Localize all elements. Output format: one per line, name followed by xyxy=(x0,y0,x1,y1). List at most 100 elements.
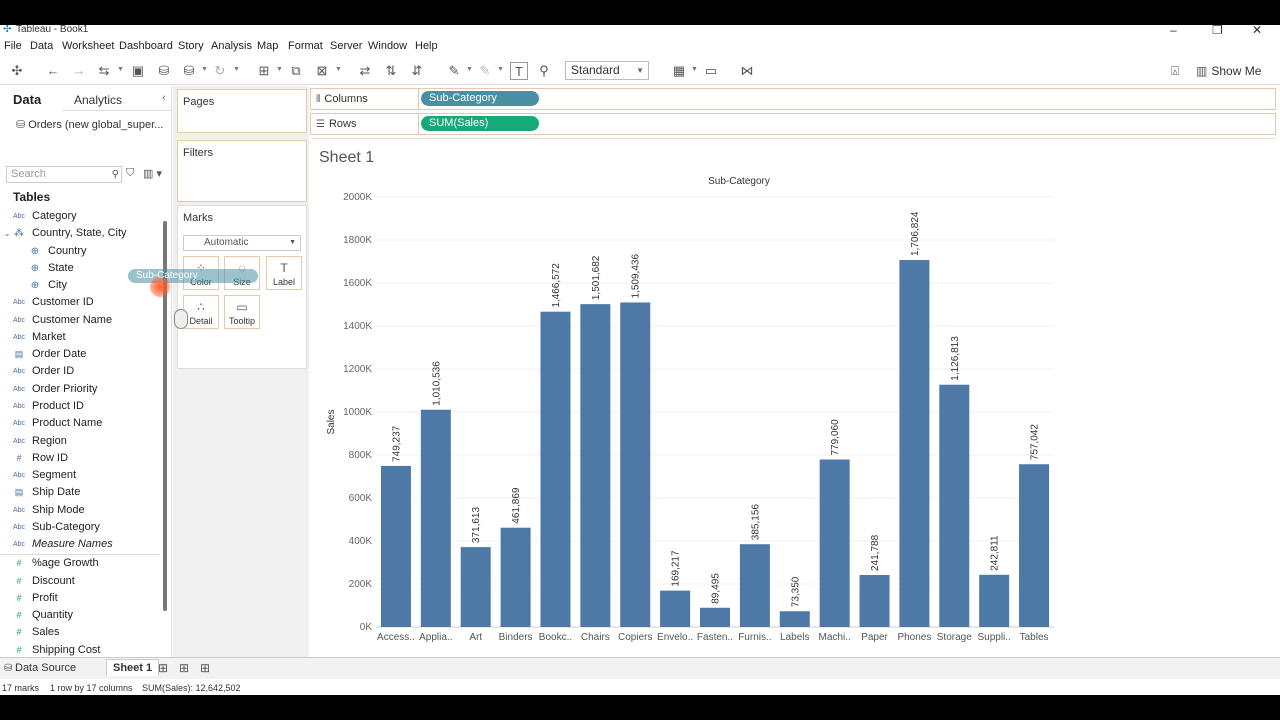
field-item[interactable]: # Discount xyxy=(0,573,160,590)
dragging-pill[interactable]: Sub-Category xyxy=(128,269,258,283)
menu-dashboard[interactable]: Dashboard xyxy=(119,40,173,52)
columns-pill[interactable]: Sub-Category xyxy=(421,91,539,106)
menu-help[interactable]: Help xyxy=(415,40,438,52)
swap-icon[interactable]: ⇄ xyxy=(356,62,374,80)
sort-ascending-icon[interactable]: ⇅ xyxy=(382,62,400,80)
presentation-icon[interactable]: ▭ xyxy=(702,62,720,80)
new-story-icon[interactable]: ⊞ xyxy=(200,661,210,675)
clear-sheet-icon[interactable]: ⊠ xyxy=(313,62,331,80)
filters-title: Filters xyxy=(183,147,213,159)
share-icon[interactable]: ⋈ xyxy=(738,62,756,80)
sheet1-tab[interactable]: Sheet 1 xyxy=(106,659,160,676)
field-item[interactable]: Abc Customer Name xyxy=(0,312,160,329)
pause-updates-icon[interactable]: ⛁ xyxy=(180,62,198,80)
menu-map[interactable]: Map xyxy=(257,40,278,52)
field-item[interactable]: Abc Order Priority xyxy=(0,381,160,398)
menu-worksheet[interactable]: Worksheet xyxy=(62,40,114,52)
rows-drop-zone[interactable]: SUM(Sales) xyxy=(418,114,1276,134)
chevron-down-icon[interactable]: ▼ xyxy=(497,66,504,73)
show-me-button[interactable]: ▥ Show Me xyxy=(1196,62,1261,80)
field-item[interactable]: Abc Product ID xyxy=(0,398,160,415)
chevron-down-icon[interactable]: ▼ xyxy=(276,66,283,73)
field-item[interactable]: # Profit xyxy=(0,590,160,607)
field-item[interactable]: # Sales xyxy=(0,624,160,641)
chevron-down-icon[interactable]: ▼ xyxy=(233,66,240,73)
new-worksheet-icon[interactable]: ⊞ xyxy=(158,661,168,675)
field-item[interactable]: Abc Category xyxy=(0,208,160,225)
search-input[interactable]: Search ⚲ xyxy=(6,166,122,183)
new-datasource-icon[interactable]: ⛁ xyxy=(155,62,173,80)
x-tick-label: Applia.. xyxy=(419,632,452,643)
datasource-item[interactable]: ⛁ Orders (new global_super... xyxy=(16,118,163,131)
data-source-tab[interactable]: Data Source xyxy=(15,662,76,674)
menu-window[interactable]: Window xyxy=(368,40,407,52)
field-item[interactable]: Abc Product Name xyxy=(0,415,160,432)
filters-card[interactable]: Filters xyxy=(177,140,307,202)
columns-shelf[interactable]: ⦀ Columns Sub-Category xyxy=(310,88,1276,110)
filter-icon[interactable]: ⛉ xyxy=(126,167,134,180)
chevron-down-icon[interactable]: ▼ xyxy=(335,66,342,73)
field-item[interactable]: ⊕ Country xyxy=(0,243,160,260)
sort-descending-icon[interactable]: ⇵ xyxy=(408,62,426,80)
rows-shelf[interactable]: ☰ Rows SUM(Sales) xyxy=(310,113,1276,135)
tooltip-button[interactable]: ▭ Tooltip xyxy=(224,295,260,329)
tableau-home-icon[interactable]: ✣ xyxy=(8,62,26,80)
new-worksheet-icon[interactable]: ⊞ xyxy=(255,62,273,80)
tab-data[interactable]: Data xyxy=(13,92,41,107)
field-item[interactable]: # %age Growth xyxy=(0,555,160,572)
columns-drop-zone[interactable]: Sub-Category xyxy=(418,89,1276,109)
field-item[interactable]: ▤ Ship Date xyxy=(0,484,160,501)
group-icon[interactable]: ✎ xyxy=(476,62,494,80)
menu-analysis[interactable]: Analysis xyxy=(211,40,252,52)
chevron-down-icon[interactable]: ▼ xyxy=(201,66,208,73)
pages-card[interactable]: Pages xyxy=(177,89,307,133)
rows-pill[interactable]: SUM(Sales) xyxy=(421,116,539,131)
save-icon[interactable]: ▣ xyxy=(129,62,147,80)
field-item[interactable]: Abc Sub-Category xyxy=(0,519,160,536)
menu-story[interactable]: Story xyxy=(178,40,204,52)
menu-format[interactable]: Format xyxy=(288,40,323,52)
book-icon[interactable]: ⍓ xyxy=(1166,62,1184,80)
new-dashboard-icon[interactable]: ⊞ xyxy=(179,661,189,675)
menu-server[interactable]: Server xyxy=(330,40,362,52)
field-item[interactable]: Abc Ship Mode xyxy=(0,502,160,519)
chevron-down-icon[interactable]: ▼ xyxy=(117,66,124,73)
field-item[interactable]: Abc Region xyxy=(0,433,160,450)
duplicate-icon[interactable]: ⧉ xyxy=(287,62,305,80)
rows-cols-count: 1 row by 17 columns xyxy=(50,683,133,693)
field-item[interactable]: Abc Market xyxy=(0,329,160,346)
datasource-icon: ⛁ xyxy=(16,119,26,131)
menu-file[interactable]: File xyxy=(4,40,22,52)
field-item[interactable]: Abc Customer ID xyxy=(0,294,160,311)
field-item[interactable]: Abc Segment xyxy=(0,467,160,484)
field-item[interactable]: Abc Measure Names xyxy=(0,536,160,553)
tab-analytics[interactable]: Analytics xyxy=(74,93,122,107)
field-item[interactable]: ⌄ ⁂ Country, State, City xyxy=(0,225,160,242)
chevron-down-icon[interactable]: ▼ xyxy=(466,66,473,73)
replay-icon[interactable]: ⇆ xyxy=(95,62,113,80)
mark-type-select[interactable]: Automatic ▼ xyxy=(183,235,301,251)
menu-data[interactable]: Data xyxy=(30,40,53,52)
field-item[interactable]: Abc Order ID xyxy=(0,363,160,380)
undo-icon[interactable]: ← xyxy=(44,62,62,80)
highlight-icon[interactable]: ✎ xyxy=(445,62,463,80)
collapse-pane-icon[interactable]: ‹ xyxy=(162,92,166,104)
pin-icon[interactable]: ⚲ xyxy=(535,62,553,80)
refresh-icon[interactable]: ↻ xyxy=(211,62,229,80)
field-item[interactable]: # Quantity xyxy=(0,607,160,624)
field-item[interactable]: # Row ID xyxy=(0,450,160,467)
bar xyxy=(899,260,930,627)
field-item[interactable]: ▤ Order Date xyxy=(0,346,160,363)
minimize-button[interactable]: – xyxy=(1170,25,1177,37)
close-button[interactable]: ✕ xyxy=(1252,25,1262,37)
cards-icon[interactable]: ▦ xyxy=(670,62,688,80)
bar xyxy=(779,611,810,627)
fit-select[interactable]: Standard ▼ xyxy=(565,61,649,80)
redo-icon[interactable]: → xyxy=(70,62,88,80)
show-labels-icon[interactable]: T xyxy=(510,62,528,80)
maximize-button[interactable]: ❐ xyxy=(1212,25,1223,37)
label-button[interactable]: T Label xyxy=(266,256,302,290)
view-options-icon[interactable]: ▥ ▾ xyxy=(143,167,162,180)
chevron-down-icon[interactable]: ▼ xyxy=(691,66,698,73)
detail-button[interactable]: ∴ Detail xyxy=(183,295,219,329)
